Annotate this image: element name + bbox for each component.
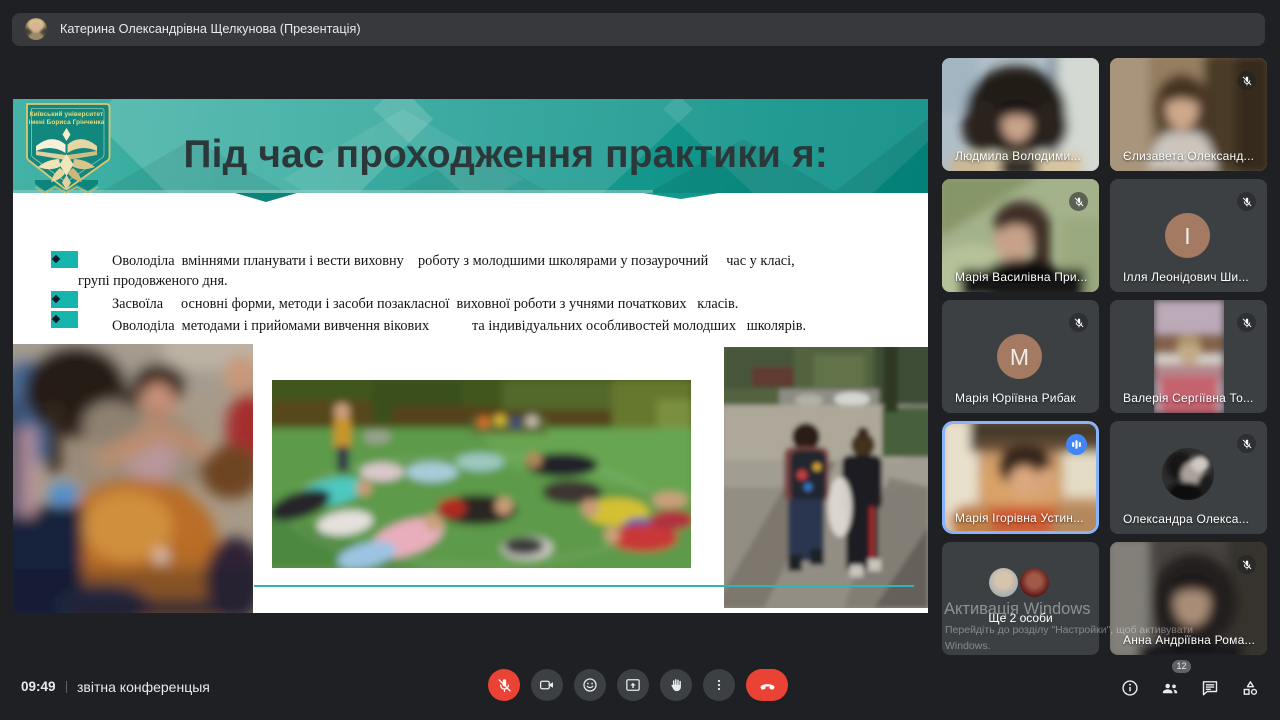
svg-text:імені Бориса Грінченка: імені Бориса Грінченка: [29, 118, 105, 126]
svg-text:Київський університет: Київський університет: [30, 110, 104, 118]
